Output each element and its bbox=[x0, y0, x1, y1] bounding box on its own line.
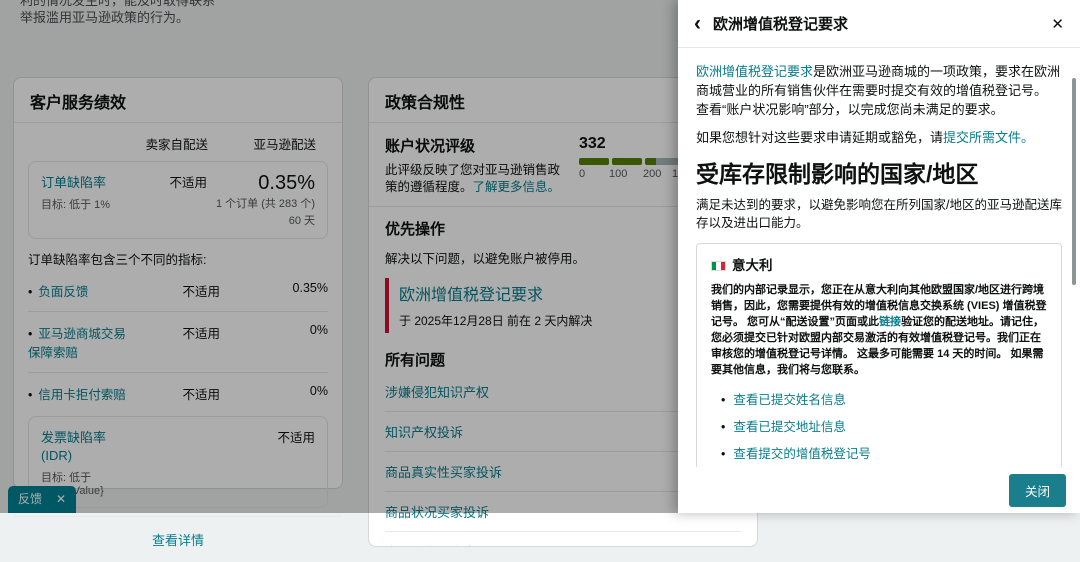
close-icon[interactable]: ✕ bbox=[1051, 15, 1064, 33]
italy-flag-icon bbox=[711, 261, 726, 271]
panel-footer: 关闭 bbox=[678, 467, 1080, 513]
back-icon[interactable]: ‹ bbox=[694, 13, 701, 34]
view-submitted-name-link[interactable]: 查看已提交姓名信息 bbox=[733, 393, 846, 407]
view-submitted-vat-number-link[interactable]: 查看提交的增值税登记号 bbox=[733, 447, 871, 461]
list-item: 查看已提交地址信息 bbox=[721, 414, 1047, 441]
italy-body-text: 我们的内部记录显示，您正在从意大利向其他欧盟国家/地区进行跨境销售，因此，您需要… bbox=[711, 282, 1047, 378]
italy-header: 意大利 bbox=[711, 256, 1047, 275]
panel-body: 欧洲增值税登记要求是欧洲亚马逊商城的一项政策，要求在欧洲商城营业的所有销售伙伴在… bbox=[678, 48, 1080, 467]
view-submitted-address-link[interactable]: 查看已提交地址信息 bbox=[733, 420, 846, 434]
italy-country-box: 意大利 我们的内部记录显示，您正在从意大利向其他欧盟国家/地区进行跨境销售，因此… bbox=[696, 243, 1062, 467]
submit-documents-link[interactable]: 提交所需文件。 bbox=[943, 130, 1034, 145]
panel-intro-paragraph: 欧洲增值税登记要求是欧洲亚马逊商城的一项政策，要求在欧洲商城营业的所有销售伙伴在… bbox=[696, 62, 1062, 119]
vat-requirements-panel: ‹ 欧洲增值税登记要求 ✕ 欧洲增值税登记要求是欧洲亚马逊商城的一项政策，要求在… bbox=[678, 0, 1080, 513]
panel-exemption-paragraph: 如果您想针对这些要求申请延期或豁免，请提交所需文件。 bbox=[696, 128, 1062, 147]
verify-address-link[interactable]: 链接 bbox=[879, 316, 901, 328]
italy-name: 意大利 bbox=[732, 256, 773, 275]
view-details-link[interactable]: 查看详情 bbox=[152, 533, 204, 548]
panel-scrollbar[interactable] bbox=[1072, 78, 1076, 285]
list-item: 查看已提交姓名信息 bbox=[721, 387, 1047, 414]
list-item: 查看提交的增值税登记号 bbox=[721, 441, 1047, 467]
inventory-restriction-heading: 受库存限制影响的国家/地区 bbox=[696, 159, 1062, 189]
panel-title: 欧洲增值税登记要求 bbox=[713, 13, 1051, 34]
issue-food-safety[interactable]: 食品和商品安全问题 bbox=[385, 532, 741, 547]
panel-header: ‹ 欧洲增值税登记要求 ✕ bbox=[678, 0, 1080, 48]
close-button[interactable]: 关闭 bbox=[1009, 474, 1066, 507]
vat-policy-link[interactable]: 欧洲增值税登记要求 bbox=[696, 64, 813, 79]
italy-links-list: 查看已提交姓名信息 查看已提交地址信息 查看提交的增值税登记号 bbox=[721, 387, 1047, 467]
exemption-text: 如果您想针对这些要求申请延期或豁免，请 bbox=[696, 130, 943, 145]
inventory-restriction-desc: 满足未达到的要求，以避免影响您在所列国家/地区的亚马逊配送库存以及进出口能力。 bbox=[696, 196, 1062, 232]
